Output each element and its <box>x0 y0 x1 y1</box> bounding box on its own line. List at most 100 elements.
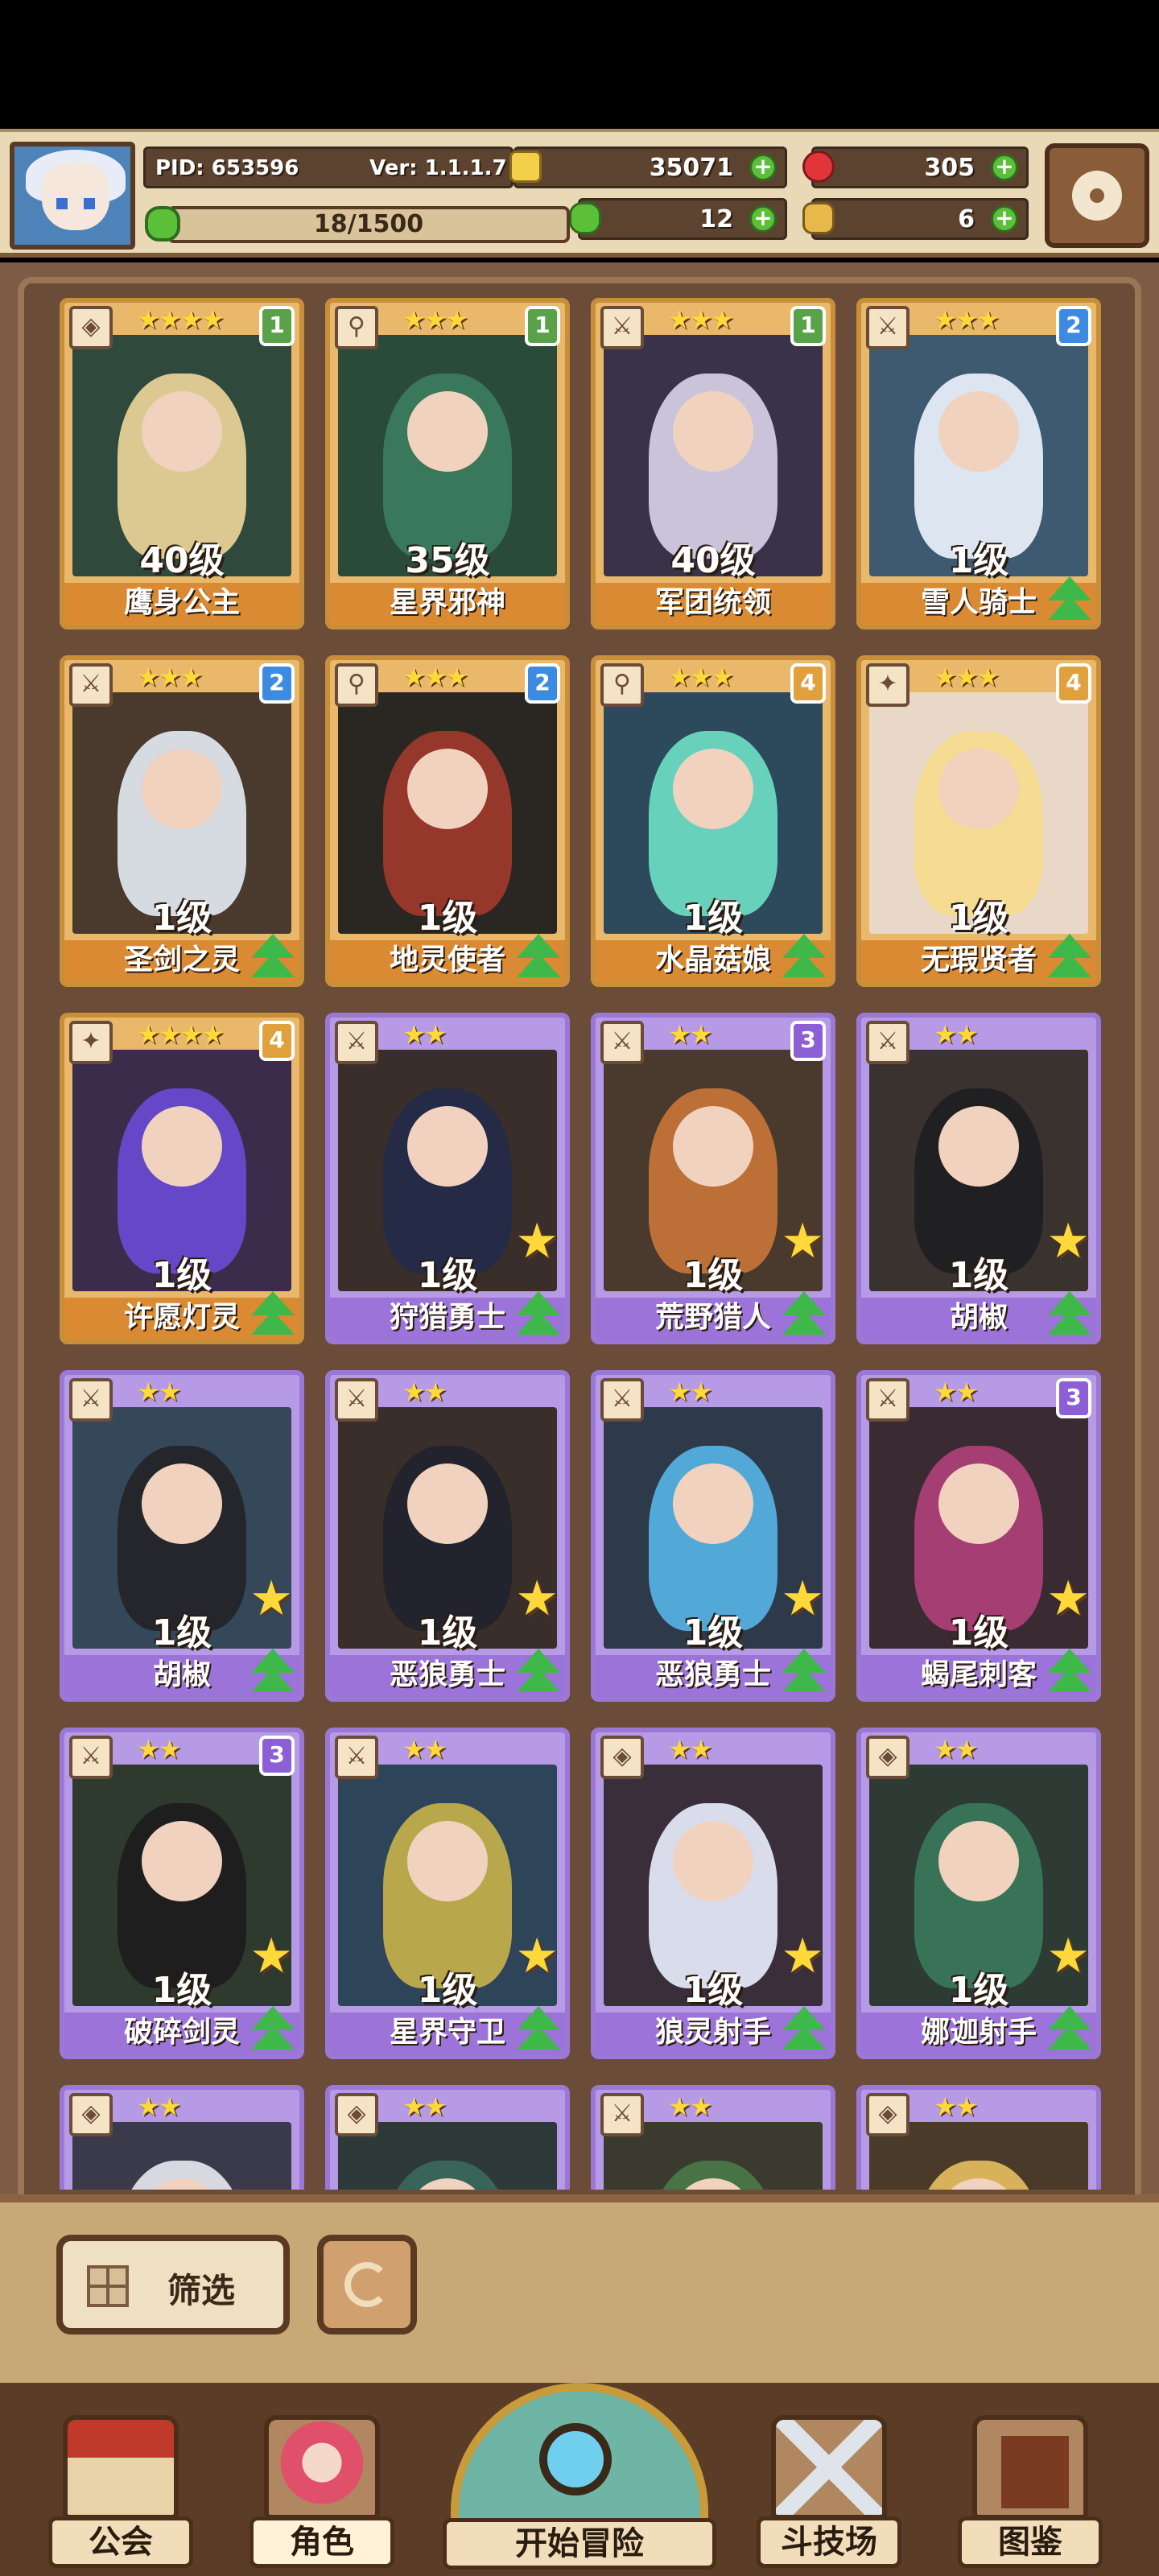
book-icon <box>972 2415 1088 2520</box>
rarity-stars: ★★ <box>668 1734 712 1765</box>
character-name: 鹰身公主 <box>64 583 299 625</box>
sword-icon: ⚔ <box>69 1378 113 1422</box>
rarity-stars: ★★ <box>402 1377 447 1407</box>
rarity-stars: ★★ <box>934 2091 978 2122</box>
rarity-stars: ★★ <box>934 1019 978 1050</box>
upgrade-arrow-icon <box>1048 2006 1091 2050</box>
upgrade-arrow-icon <box>1048 1649 1091 1692</box>
character-card[interactable]: ✦ ★★★ 4 1级 无瑕贤者 <box>856 655 1101 987</box>
star-icon: ★ <box>1046 1213 1090 1269</box>
shield-icon: ◈ <box>866 1736 909 1779</box>
shield-icon: ◈ <box>69 306 113 349</box>
character-face <box>407 1463 488 1544</box>
rarity-stars: ★★ <box>934 1734 978 1765</box>
refresh-button[interactable] <box>317 2235 417 2334</box>
rarity-stars: ★★★ <box>934 662 1000 692</box>
sword-icon: ⚔ <box>866 306 909 349</box>
rarity-stars: ★★★★ <box>137 1019 225 1050</box>
character-face <box>673 749 753 829</box>
character-face <box>142 749 222 829</box>
tier-badge: 1 <box>259 306 295 346</box>
upgrade-arrow-icon <box>517 1649 560 1692</box>
character-card[interactable]: ⚔ ★★ 3 1级 荒野猎人 ★ <box>591 1013 835 1344</box>
nav-adventure-label: 开始冒险 <box>443 2518 716 2570</box>
nav-characters-label: 角色 <box>250 2516 394 2568</box>
nav-adventure[interactable]: 开始冒险 <box>435 2383 724 2576</box>
filter-button[interactable]: 筛选 <box>56 2235 290 2334</box>
sword-icon: ⚔ <box>335 1021 378 1064</box>
character-card[interactable]: ◈ ★★ 1级 娜迦射手 ★ <box>856 1728 1101 2059</box>
guild-icon <box>63 2415 179 2520</box>
star-icon: ★ <box>515 1213 559 1269</box>
sword-icon: ⚔ <box>335 1736 378 1779</box>
character-card[interactable]: ⚔ ★★ 1级 星界守卫 ★ <box>325 1728 570 2059</box>
character-card[interactable]: ✦ ★★★★ 4 1级 许愿灯灵 <box>60 1013 304 1344</box>
upgrade-arrow-icon <box>782 1291 826 1335</box>
control-bar: 筛选 <box>0 2194 1159 2388</box>
character-card[interactable]: ◈ ★★ 1级 狼灵射手 ★ <box>591 1728 835 2059</box>
shield-icon: ◈ <box>600 1736 644 1779</box>
character-card[interactable]: ◈ ★★★★ 1 40级 鹰身公主 <box>60 298 304 630</box>
character-card[interactable]: ⚔ ★★ 1级 胡椒 ★ <box>60 1370 304 1702</box>
character-face <box>938 1821 1019 1901</box>
star-icon: ★ <box>250 1571 293 1627</box>
rarity-stars: ★★ <box>402 2091 447 2122</box>
character-card[interactable]: ⚔ ★★ <box>591 2085 835 2190</box>
star-icon: ★ <box>781 1213 824 1269</box>
nav-arena-label: 斗技场 <box>757 2516 901 2568</box>
character-face <box>938 1463 1019 1544</box>
tier-badge: 2 <box>1056 306 1091 346</box>
tier-badge: 4 <box>259 1021 295 1061</box>
character-face <box>142 1463 222 1544</box>
nav-characters[interactable]: 角色 <box>250 2415 394 2576</box>
nav-codex[interactable]: 图鉴 <box>958 2415 1103 2576</box>
character-card[interactable]: ⚔ ★★ 1级 狩猎勇士 ★ <box>325 1013 570 1344</box>
character-face <box>407 391 488 472</box>
rarity-stars: ★★★ <box>668 662 734 692</box>
character-name: 星界邪神 <box>330 583 565 625</box>
character-grid: ◈ ★★★★ 1 40级 鹰身公主 ⚲ ★★★ 1 35级 星界邪神 ⚔ ★★★ 1 40级 军团统领 ⚔ ★★… <box>0 0 1159 2190</box>
character-face <box>673 1821 753 1901</box>
tier-badge: 3 <box>259 1736 295 1776</box>
character-card[interactable]: ◈ ★★ <box>325 2085 570 2190</box>
nav-guild[interactable]: 公会 <box>48 2415 193 2576</box>
character-card[interactable]: ⚔ ★★ 1级 恶狼勇士 ★ <box>325 1370 570 1702</box>
rarity-stars: ★★ <box>402 1734 447 1765</box>
character-card[interactable]: ⚔ ★★ 3 1级 破碎剑灵 ★ <box>60 1728 304 2059</box>
tier-badge: 2 <box>259 663 295 704</box>
character-level: 40级 <box>670 540 756 581</box>
sword-icon: ⚔ <box>600 1378 644 1422</box>
character-card[interactable]: ⚲ ★★★ 1 35级 星界邪神 <box>325 298 570 630</box>
nav-codex-label: 图鉴 <box>958 2516 1103 2568</box>
character-name: 军团统领 <box>596 583 831 625</box>
character-card[interactable]: ⚔ ★★ 1级 恶狼勇士 ★ <box>591 1370 835 1702</box>
character-card[interactable]: ⚔ ★★★ 2 1级 雪人骑士 <box>856 298 1101 630</box>
star-icon: ★ <box>250 1928 293 1984</box>
character-card[interactable]: ◈ ★★ <box>60 2085 304 2190</box>
character-card[interactable]: ⚔ ★★★ 2 1级 圣剑之灵 <box>60 655 304 987</box>
upgrade-arrow-icon <box>1048 934 1091 977</box>
tier-badge: 2 <box>525 663 560 704</box>
upgrade-arrow-icon <box>251 2006 295 2050</box>
rarity-stars: ★★★ <box>668 304 734 335</box>
character-level: 1级 <box>948 540 1009 581</box>
rarity-stars: ★★ <box>668 1019 712 1050</box>
character-card[interactable]: ⚲ ★★★ 4 1级 水晶菇娘 <box>591 655 835 987</box>
character-card[interactable]: ⚲ ★★★ 2 1级 地灵使者 <box>325 655 570 987</box>
character-card[interactable]: ⚔ ★★★ 1 40级 军团统领 <box>591 298 835 630</box>
character-card[interactable]: ◈ ★★ <box>856 2085 1101 2190</box>
sword-icon: ⚔ <box>600 1021 644 1064</box>
tier-badge: 4 <box>1056 663 1091 704</box>
shield-icon: ◈ <box>69 2093 113 2136</box>
upgrade-arrow-icon <box>517 1291 560 1335</box>
star-icon: ★ <box>515 1571 559 1627</box>
refresh-icon <box>344 2262 390 2307</box>
character-level: 1级 <box>417 898 478 939</box>
sword-icon: ⚔ <box>600 2093 644 2136</box>
tier-badge: 1 <box>525 306 560 346</box>
character-face <box>142 1821 222 1901</box>
character-card[interactable]: ⚔ ★★ 1级 胡椒 ★ <box>856 1013 1101 1344</box>
nav-arena[interactable]: 斗技场 <box>757 2415 901 2576</box>
sword-icon: ⚔ <box>866 1378 909 1422</box>
character-card[interactable]: ⚔ ★★ 3 1级 蝎尾刺客 ★ <box>856 1370 1101 1702</box>
